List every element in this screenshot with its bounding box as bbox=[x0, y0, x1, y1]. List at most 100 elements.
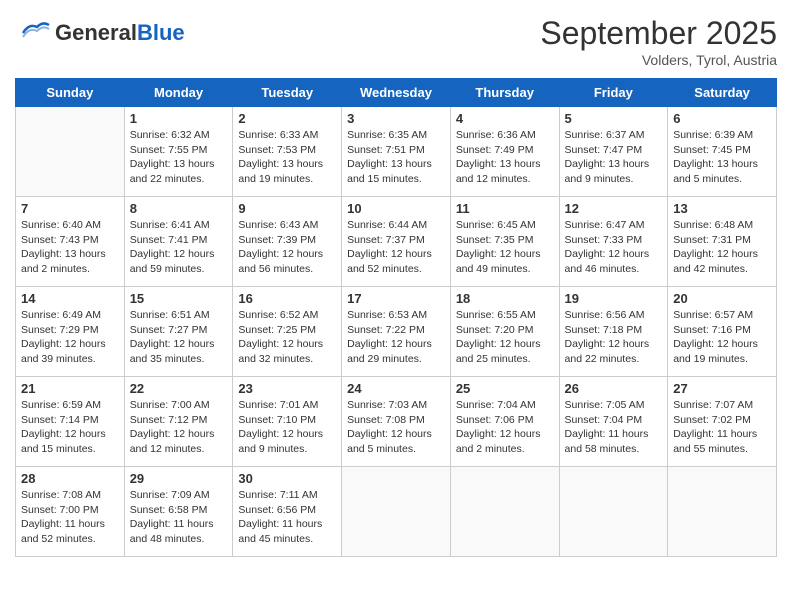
calendar-cell: 27 Sunrise: 7:07 AM Sunset: 7:02 PM Dayli… bbox=[668, 377, 777, 467]
day-number: 21 bbox=[21, 381, 119, 396]
calendar-cell: 1 Sunrise: 6:32 AM Sunset: 7:55 PM Daylig… bbox=[124, 107, 233, 197]
calendar-cell: 21 Sunrise: 6:59 AM Sunset: 7:14 PM Dayli… bbox=[16, 377, 125, 467]
calendar-cell: 13 Sunrise: 6:48 AM Sunset: 7:31 PM Dayli… bbox=[668, 197, 777, 287]
day-info: Sunrise: 7:04 AM Sunset: 7:06 PM Dayligh… bbox=[456, 398, 554, 457]
day-info: Sunrise: 6:40 AM Sunset: 7:43 PM Dayligh… bbox=[21, 218, 119, 277]
calendar-cell: 17Sunrise: 6:53 AM Sunset: 7:22 PM Dayli… bbox=[342, 287, 451, 377]
calendar-cell: 22Sunrise: 7:00 AM Sunset: 7:12 PM Dayli… bbox=[124, 377, 233, 467]
calendar-cell: 5Sunrise: 6:37 AM Sunset: 7:47 PM Daylig… bbox=[559, 107, 668, 197]
calendar-cell bbox=[342, 467, 451, 557]
day-number: 23 bbox=[238, 381, 336, 396]
day-info: Sunrise: 6:33 AM Sunset: 7:53 PM Dayligh… bbox=[238, 128, 336, 187]
day-info: Sunrise: 6:55 AM Sunset: 7:20 PM Dayligh… bbox=[456, 308, 554, 367]
page-header: GeneralBlue September 2025 Volders, Tyro… bbox=[15, 15, 777, 68]
calendar-cell bbox=[668, 467, 777, 557]
day-info: Sunrise: 6:39 AM Sunset: 7:45 PM Dayligh… bbox=[673, 128, 771, 187]
calendar-cell: 19 Sunrise: 6:56 AM Sunset: 7:18 PM Dayli… bbox=[559, 287, 668, 377]
calendar-body: 1 Sunrise: 6:32 AM Sunset: 7:55 PM Daylig… bbox=[16, 107, 777, 557]
day-info: Sunrise: 6:52 AM Sunset: 7:25 PM Dayligh… bbox=[238, 308, 336, 367]
calendar-cell: 18 Sunrise: 6:55 AM Sunset: 7:20 PM Dayli… bbox=[450, 287, 559, 377]
day-number: 13 bbox=[673, 201, 771, 216]
day-number: 1 bbox=[130, 111, 228, 126]
day-number: 28 bbox=[21, 471, 119, 486]
calendar-cell: 29 Sunrise: 7:09 AM Sunset: 6:58 PM Dayli… bbox=[124, 467, 233, 557]
calendar-cell: 16 Sunrise: 6:52 AM Sunset: 7:25 PM Dayli… bbox=[233, 287, 342, 377]
day-info: Sunrise: 6:43 AM Sunset: 7:39 PM Dayligh… bbox=[238, 218, 336, 277]
day-info: Sunrise: 6:48 AM Sunset: 7:31 PM Dayligh… bbox=[673, 218, 771, 277]
header-cell-friday: Friday bbox=[559, 79, 668, 107]
day-number: 7 bbox=[21, 201, 119, 216]
day-info: Sunrise: 7:05 AM Sunset: 7:04 PM Dayligh… bbox=[565, 398, 663, 457]
day-number: 20 bbox=[673, 291, 771, 306]
day-number: 16 bbox=[238, 291, 336, 306]
header-cell-tuesday: Tuesday bbox=[233, 79, 342, 107]
calendar-cell: 15 Sunrise: 6:51 AM Sunset: 7:27 PM Dayli… bbox=[124, 287, 233, 377]
logo-icon bbox=[15, 15, 51, 51]
week-row-5: 28 Sunrise: 7:08 AM Sunset: 7:00 PM Dayli… bbox=[16, 467, 777, 557]
day-number: 4 bbox=[456, 111, 554, 126]
day-info: Sunrise: 6:59 AM Sunset: 7:14 PM Dayligh… bbox=[21, 398, 119, 457]
header-cell-wednesday: Wednesday bbox=[342, 79, 451, 107]
day-number: 11 bbox=[456, 201, 554, 216]
day-info: Sunrise: 6:44 AM Sunset: 7:37 PM Dayligh… bbox=[347, 218, 445, 277]
day-number: 9 bbox=[238, 201, 336, 216]
day-info: Sunrise: 6:51 AM Sunset: 7:27 PM Dayligh… bbox=[130, 308, 228, 367]
day-info: Sunrise: 7:07 AM Sunset: 7:02 PM Dayligh… bbox=[673, 398, 771, 457]
header-row: SundayMondayTuesdayWednesdayThursdayFrid… bbox=[16, 79, 777, 107]
day-number: 14 bbox=[21, 291, 119, 306]
week-row-2: 7 Sunrise: 6:40 AM Sunset: 7:43 PM Daylig… bbox=[16, 197, 777, 287]
day-number: 6 bbox=[673, 111, 771, 126]
calendar-table: SundayMondayTuesdayWednesdayThursdayFrid… bbox=[15, 78, 777, 557]
day-number: 12 bbox=[565, 201, 663, 216]
calendar-cell bbox=[16, 107, 125, 197]
day-number: 2 bbox=[238, 111, 336, 126]
calendar-cell: 26 Sunrise: 7:05 AM Sunset: 7:04 PM Dayli… bbox=[559, 377, 668, 467]
calendar-cell: 20 Sunrise: 6:57 AM Sunset: 7:16 PM Dayli… bbox=[668, 287, 777, 377]
day-number: 25 bbox=[456, 381, 554, 396]
calendar-header: SundayMondayTuesdayWednesdayThursdayFrid… bbox=[16, 79, 777, 107]
calendar-cell: 24 Sunrise: 7:03 AM Sunset: 7:08 PM Dayli… bbox=[342, 377, 451, 467]
day-info: Sunrise: 6:45 AM Sunset: 7:35 PM Dayligh… bbox=[456, 218, 554, 277]
calendar-cell: 14 Sunrise: 6:49 AM Sunset: 7:29 PM Dayli… bbox=[16, 287, 125, 377]
calendar-cell bbox=[559, 467, 668, 557]
header-cell-saturday: Saturday bbox=[668, 79, 777, 107]
calendar-cell: 4Sunrise: 6:36 AM Sunset: 7:49 PM Daylig… bbox=[450, 107, 559, 197]
logo: GeneralBlue bbox=[15, 15, 185, 51]
day-number: 26 bbox=[565, 381, 663, 396]
calendar-cell: 2 Sunrise: 6:33 AM Sunset: 7:53 PM Daylig… bbox=[233, 107, 342, 197]
header-cell-monday: Monday bbox=[124, 79, 233, 107]
calendar-cell: 3 Sunrise: 6:35 AM Sunset: 7:51 PM Daylig… bbox=[342, 107, 451, 197]
day-info: Sunrise: 6:35 AM Sunset: 7:51 PM Dayligh… bbox=[347, 128, 445, 187]
day-info: Sunrise: 7:00 AM Sunset: 7:12 PM Dayligh… bbox=[130, 398, 228, 457]
day-info: Sunrise: 6:56 AM Sunset: 7:18 PM Dayligh… bbox=[565, 308, 663, 367]
day-info: Sunrise: 6:57 AM Sunset: 7:16 PM Dayligh… bbox=[673, 308, 771, 367]
day-info: Sunrise: 7:09 AM Sunset: 6:58 PM Dayligh… bbox=[130, 488, 228, 547]
day-info: Sunrise: 6:53 AM Sunset: 7:22 PM Dayligh… bbox=[347, 308, 445, 367]
calendar-cell: 23Sunrise: 7:01 AM Sunset: 7:10 PM Dayli… bbox=[233, 377, 342, 467]
day-number: 27 bbox=[673, 381, 771, 396]
day-info: Sunrise: 6:37 AM Sunset: 7:47 PM Dayligh… bbox=[565, 128, 663, 187]
day-info: Sunrise: 7:11 AM Sunset: 6:56 PM Dayligh… bbox=[238, 488, 336, 547]
calendar-cell: 6 Sunrise: 6:39 AM Sunset: 7:45 PM Daylig… bbox=[668, 107, 777, 197]
day-number: 15 bbox=[130, 291, 228, 306]
day-number: 24 bbox=[347, 381, 445, 396]
title-section: September 2025 Volders, Tyrol, Austria bbox=[540, 15, 777, 68]
week-row-4: 21 Sunrise: 6:59 AM Sunset: 7:14 PM Dayli… bbox=[16, 377, 777, 467]
day-info: Sunrise: 6:49 AM Sunset: 7:29 PM Dayligh… bbox=[21, 308, 119, 367]
calendar-cell: 9 Sunrise: 6:43 AM Sunset: 7:39 PM Daylig… bbox=[233, 197, 342, 287]
day-info: Sunrise: 7:03 AM Sunset: 7:08 PM Dayligh… bbox=[347, 398, 445, 457]
location-label: Volders, Tyrol, Austria bbox=[540, 52, 777, 68]
calendar-cell: 28 Sunrise: 7:08 AM Sunset: 7:00 PM Dayli… bbox=[16, 467, 125, 557]
day-number: 3 bbox=[347, 111, 445, 126]
day-number: 8 bbox=[130, 201, 228, 216]
calendar-cell: 10 Sunrise: 6:44 AM Sunset: 7:37 PM Dayli… bbox=[342, 197, 451, 287]
day-number: 18 bbox=[456, 291, 554, 306]
day-number: 10 bbox=[347, 201, 445, 216]
day-number: 29 bbox=[130, 471, 228, 486]
day-info: Sunrise: 6:32 AM Sunset: 7:55 PM Dayligh… bbox=[130, 128, 228, 187]
calendar-cell: 25 Sunrise: 7:04 AM Sunset: 7:06 PM Dayli… bbox=[450, 377, 559, 467]
week-row-3: 14 Sunrise: 6:49 AM Sunset: 7:29 PM Dayli… bbox=[16, 287, 777, 377]
header-cell-sunday: Sunday bbox=[16, 79, 125, 107]
day-number: 19 bbox=[565, 291, 663, 306]
day-info: Sunrise: 7:08 AM Sunset: 7:00 PM Dayligh… bbox=[21, 488, 119, 547]
